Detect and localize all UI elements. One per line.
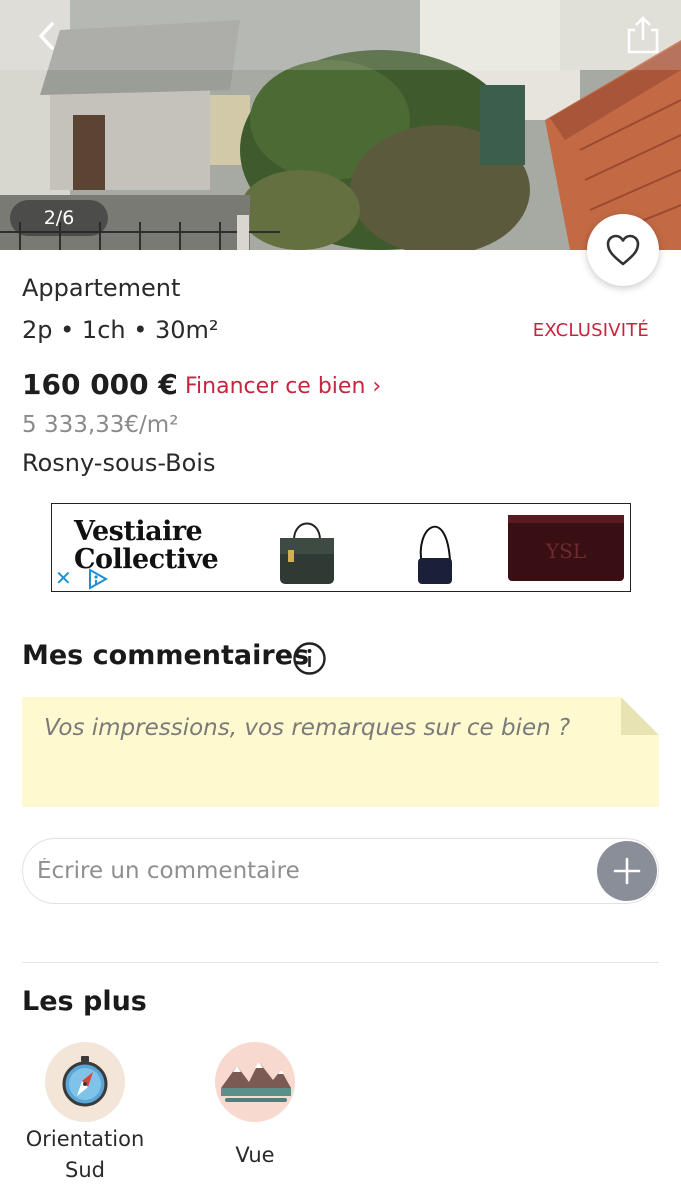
property-price: 160 000 € [22,368,178,401]
property-specs: 2p • 1ch • 30m² [22,316,219,344]
feature-orientation-icon-wrap [45,1042,125,1122]
info-icon[interactable] [292,641,327,676]
photo-top-bar [0,0,681,70]
adchoices-icon[interactable] [86,567,110,591]
handbag-navy-image [418,525,452,584]
feature-view-label: Vue [195,1140,315,1171]
comment-input[interactable] [37,853,577,889]
photo-counter: 2/6 [10,200,108,236]
section-divider [22,962,659,963]
ad-brand-line1: Vestiaire [74,516,203,547]
close-icon[interactable]: ✕ [55,566,72,590]
add-comment-button[interactable] [597,841,657,901]
ad-banner[interactable]: Vestiaire Collective YSL ✕ [51,503,631,592]
note-placeholder: Vos impressions, vos remarques sur ce bi… [44,715,571,741]
chevron-left-icon[interactable] [28,16,68,56]
comment-input-wrapper [22,838,659,904]
property-city: Rosny-sous-Bois [22,449,216,477]
exclusivity-badge: EXCLUSIVITÉ [532,320,649,341]
heart-icon [606,234,640,266]
feature-view-line1: Vue [235,1143,275,1167]
svg-text:YSL: YSL [545,539,586,563]
feature-orientation-line2: Sud [65,1158,105,1182]
comment-note[interactable]: Vos impressions, vos remarques sur ce bi… [22,697,659,807]
property-type: Appartement [22,274,181,302]
price-per-m2: 5 333,33€/m² [22,412,179,438]
property-photo[interactable]: 2/6 [0,0,681,250]
handbag-green-image [280,522,334,584]
comments-title: Mes commentaires [22,640,310,671]
feature-orientation-label: Orientation Sud [20,1124,150,1186]
share-icon[interactable] [623,14,663,56]
feature-view-icon-wrap [215,1042,295,1122]
plus-icon [613,857,641,885]
mountains-icon [221,1062,291,1102]
features-title: Les plus [22,986,147,1017]
compass-icon [62,1056,108,1107]
clutch-burgundy-image: YSL [508,515,624,581]
finance-link[interactable]: Financer ce bien › [185,374,381,399]
note-fold-corner [621,697,659,735]
ad-brand-logo: Vestiaire Collective [74,518,224,574]
favorite-button[interactable] [587,214,659,286]
feature-orientation-line1: Orientation [25,1127,145,1151]
